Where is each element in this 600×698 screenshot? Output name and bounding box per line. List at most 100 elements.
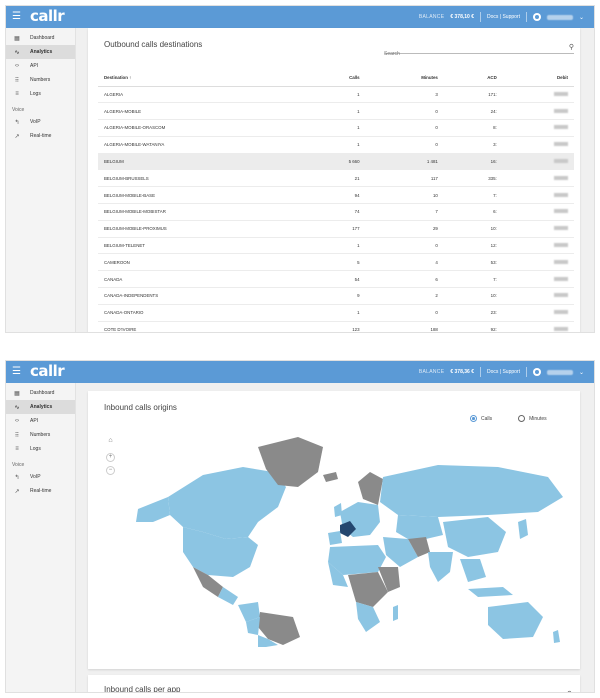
table-row[interactable]: ALGERIA-MOBILE-WATANIYA 1 0 3: [98,136,574,154]
debit-redacted [554,91,568,96]
sidebar-item-voip[interactable]: ↰ VoIP [6,115,75,129]
map-region-indonesia[interactable] [468,587,513,597]
hamburger-menu-icon[interactable]: ☰ [12,367,26,377]
chevron-down-icon[interactable]: ⌄ [579,369,584,376]
radio-calls-dot[interactable] [470,415,477,422]
map-region-alaska[interactable] [136,497,170,522]
cell-minutes: 117 [365,169,444,188]
cell-debit [502,102,574,121]
outbound-screenshot: ☰ callr BALANCE € 378,10 € Docs | Suppor… [5,5,595,333]
sidebar-item-numbers[interactable]: ⠿ Numbers [6,428,75,442]
sidebar-item-real-time[interactable]: ↗ Real-time [6,484,75,498]
map-region-scandinavia[interactable] [358,472,383,505]
sidebar-item-analytics[interactable]: ∿ Analytics [6,400,75,414]
sidebar-item-dashboard[interactable]: ▦ Dashboard [6,31,75,45]
search-input[interactable] [384,48,574,60]
cell-minutes: 1 481 [365,153,444,171]
search-icon[interactable]: ⚲ [569,43,574,51]
debit-redacted [554,209,568,214]
user-avatar-icon[interactable] [532,368,541,376]
separator [525,367,527,377]
column-header-2[interactable]: Minutes [365,70,444,87]
app-logo[interactable]: callr [30,362,65,380]
top-bar: ☰ callr BALANCE € 378,10 € Docs | Suppor… [6,6,594,28]
chevron-down-icon[interactable]: ⌄ [579,14,584,21]
cell-destination: BELGIUM [98,153,303,171]
cell-minutes: 0 [365,119,444,137]
table-header-row: Destination ↑ Calls Minutes ACD Debit [98,70,574,87]
hamburger-menu-icon[interactable]: ☰ [12,12,26,22]
debit-redacted [554,142,568,147]
table-row[interactable]: ALGERIA 1 3 171: [98,86,574,104]
table-row[interactable]: BELGIUM-MOBILE-MOBISTAR 74 7 6: [98,203,574,221]
radio-calls[interactable]: Calls [470,415,492,422]
map-region-new-zealand[interactable] [553,630,560,643]
table-row[interactable]: CAMEROON 5 4 53: [98,253,574,272]
sidebar-item-numbers[interactable]: ⠿ Numbers [6,73,75,87]
user-avatar-icon[interactable] [532,13,541,21]
cell-debit [502,169,574,188]
table-row[interactable]: CANADA 54 6 7: [98,270,574,289]
cell-acd: 53: [443,253,503,272]
table-row[interactable]: BELGIUM-TELENET 1 0 12: [98,237,574,255]
map-region-madagascar[interactable] [393,605,398,621]
column-header-3[interactable]: ACD [443,70,503,87]
map-region-southeast-asia[interactable] [460,559,486,582]
search-field[interactable]: ⚲ [384,42,574,60]
user-name-redacted[interactable] [546,14,573,20]
cell-minutes: 4 [365,253,444,272]
map-region-japan[interactable] [518,519,528,539]
map-region-india[interactable] [428,552,453,582]
separator [525,12,527,22]
table-row[interactable]: COTE D'IVOIRE 123 188 92: [98,321,574,332]
radio-minutes[interactable]: Minutes [518,415,547,422]
main-content: Outbound calls destinations ⚲ Destinatio… [82,28,594,332]
table-row[interactable]: ALGERIA-MOBILE 1 0 24: [98,102,574,121]
cell-destination: BELGIUM-MOBILE-MOBISTAR [98,203,303,221]
sidebar-item-label: Real-time [30,488,52,494]
map-region-iceland[interactable] [323,472,338,482]
map-region-russia[interactable] [380,465,563,517]
sidebar-item-label: API [30,63,39,69]
world-map[interactable] [108,427,578,647]
app-logo[interactable]: callr [30,7,65,25]
table-row[interactable]: BELGIUM-MOBILE-PROXIMUS 177 29 10: [98,220,574,238]
cell-acd: 6: [443,203,503,221]
debit-redacted [554,108,568,113]
sidebar-item-analytics[interactable]: ∿ Analytics [6,45,75,59]
map-region-australia[interactable] [488,602,543,639]
table-row[interactable]: CANADA-ONTARIO 1 0 23: [98,304,574,322]
table-row[interactable]: ALGERIA-MOBILE-ORASCOM 1 0 8: [98,119,574,137]
inbound-map-card: Inbound calls origins Calls Minutes ⌂ + … [88,391,580,669]
column-header-0[interactable]: Destination ↑ [98,70,303,87]
cell-calls: 1 [302,136,366,154]
map-region-uk[interactable] [334,503,342,517]
debit-redacted [554,125,568,130]
table-row[interactable]: BELGIUM-MOBILE-BASE 94 10 7: [98,186,574,205]
column-header-4[interactable]: Debit [502,70,574,87]
map-region-china[interactable] [443,517,506,557]
map-region-central-africa[interactable] [348,572,388,607]
column-header-1[interactable]: Calls [302,70,366,87]
table-row[interactable]: BELGIUM 5 660 1 481 16: [98,153,574,171]
inbound-per-app-card: Inbound calls per app ⚲ [88,675,580,692]
sidebar-item-api[interactable]: ‹› API [6,414,75,428]
map-region-southern-africa[interactable] [356,602,380,632]
sidebar-item-real-time[interactable]: ↗ Real-time [6,129,75,143]
dashboard-icon: ▦ [14,390,20,397]
table-row[interactable]: BELGIUM-BRUSSELS 21 117 335: [98,169,574,188]
sidebar-item-logs[interactable]: ≡ Logs [6,442,75,456]
radio-minutes-dot[interactable] [518,415,526,422]
table-row[interactable]: CANADA-INDEPENDENTS 9 2 10: [98,287,574,305]
sidebar-item-voip[interactable]: ↰ VoIP [6,470,75,484]
map-region-iberia[interactable] [328,531,342,545]
docs-support-link[interactable]: Docs | Support [487,14,520,20]
user-name-redacted[interactable] [546,369,573,375]
docs-support-link[interactable]: Docs | Support [487,369,520,375]
search-icon[interactable]: ⚲ [567,690,572,692]
sidebar-item-dashboard[interactable]: ▦ Dashboard [6,386,75,400]
sidebar-item-logs[interactable]: ≡ Logs [6,87,75,101]
debit-redacted [554,310,568,315]
sidebar-item-api[interactable]: ‹› API [6,59,75,73]
per-app-search-field[interactable]: ⚲ [376,689,572,692]
